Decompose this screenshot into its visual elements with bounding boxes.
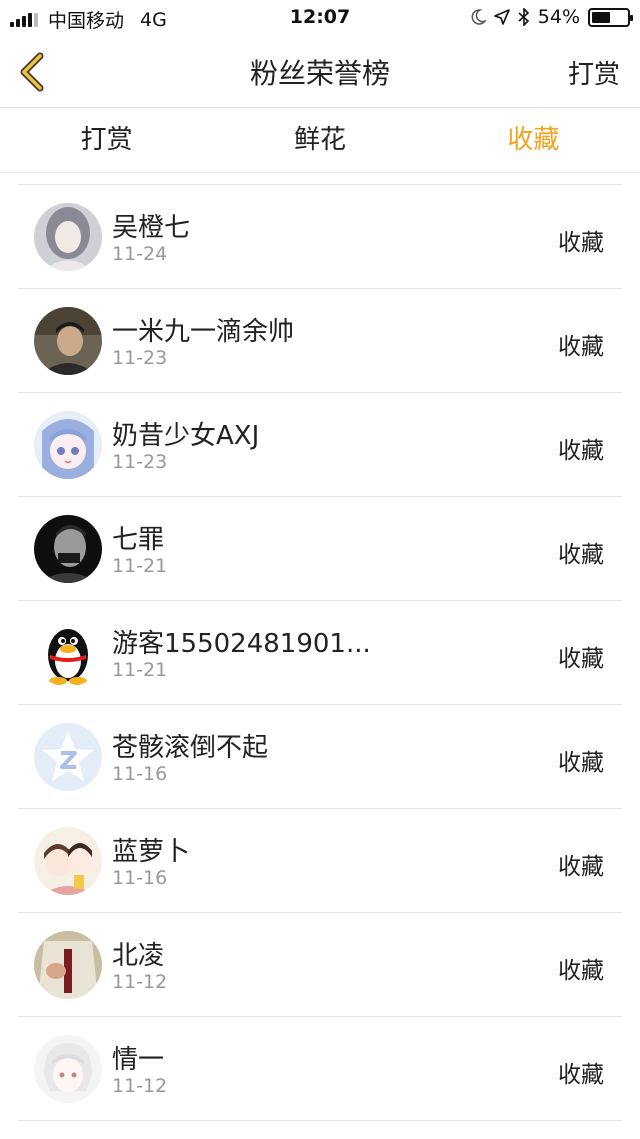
list-item[interactable]: 游客15502481901... 11-21 收藏 <box>18 601 622 705</box>
avatar <box>34 723 102 791</box>
fan-date: 11-16 <box>112 867 168 889</box>
tab-flowers[interactable]: 鲜花 <box>213 109 426 172</box>
avatar <box>34 203 102 271</box>
fan-action-label: 收藏 <box>558 542 604 568</box>
status-right: 54% <box>470 6 633 28</box>
fan-list: 吴橙七 11-24 收藏 一米九一滴余帅 11-23 收藏 奶昔少女AXJ 11… <box>18 184 622 1121</box>
battery-icon <box>588 7 633 27</box>
fan-name: 奶昔少女AXJ <box>112 421 260 451</box>
list-item[interactable]: 情一 11-12 收藏 <box>18 1017 622 1121</box>
fan-action-label: 收藏 <box>558 854 604 880</box>
fan-date: 11-16 <box>112 763 168 785</box>
fan-action-label: 收藏 <box>558 334 604 360</box>
location-arrow-icon <box>493 9 510 25</box>
fan-date: 11-21 <box>112 555 168 577</box>
tab-bar: 打赏 鲜花 收藏 <box>0 109 640 173</box>
fan-name: 蓝萝卜 <box>112 837 191 867</box>
avatar <box>34 411 102 479</box>
fan-name: 一米九一滴余帅 <box>112 317 295 347</box>
list-item[interactable]: 蓝萝卜 11-16 收藏 <box>18 809 622 913</box>
reward-button[interactable]: 打赏 <box>568 54 620 91</box>
avatar <box>34 619 102 687</box>
avatar <box>34 307 102 375</box>
fan-date: 11-23 <box>112 451 168 473</box>
fan-name: 七罪 <box>112 525 165 555</box>
list-item[interactable]: 苍骸滚倒不起 11-16 收藏 <box>18 705 622 809</box>
avatar <box>34 931 102 999</box>
list-item[interactable]: 北凌 11-12 收藏 <box>18 913 622 1017</box>
tab-favorites[interactable]: 收藏 <box>427 109 640 172</box>
fan-date: 11-23 <box>112 347 168 369</box>
fan-name: 情一 <box>112 1045 165 1075</box>
status-bar: 中国移动 4G 12:07 54% <box>0 0 640 36</box>
moon-icon <box>471 9 486 25</box>
avatar <box>34 515 102 583</box>
fan-action-label: 收藏 <box>558 958 604 984</box>
battery-fill <box>592 11 611 23</box>
page-title: 粉丝荣誉榜 <box>249 57 390 90</box>
list-item[interactable]: 一米九一滴余帅 11-23 收藏 <box>18 289 622 393</box>
fan-action-label: 收藏 <box>558 438 604 464</box>
star-z-icon <box>34 723 102 791</box>
avatar <box>34 1035 102 1103</box>
tab-reward[interactable]: 打赏 <box>0 109 213 172</box>
list-item[interactable]: 吴橙七 11-24 收藏 <box>18 185 622 289</box>
fan-action-label: 收藏 <box>558 1062 604 1088</box>
fan-name: 游客15502481901... <box>112 629 371 659</box>
fan-action-label: 收藏 <box>558 750 604 776</box>
fan-date: 11-21 <box>112 659 168 681</box>
list-item[interactable]: 七罪 11-21 收藏 <box>18 497 622 601</box>
nav-bar: 粉丝荣誉榜 打赏 <box>0 36 640 108</box>
fan-date: 11-24 <box>112 243 168 265</box>
penguin-icon <box>34 619 102 687</box>
bluetooth-icon <box>518 8 529 26</box>
fan-name: 北凌 <box>112 941 165 971</box>
fan-date: 11-12 <box>112 971 168 993</box>
fan-name: 吴橙七 <box>112 213 191 243</box>
avatar <box>34 827 102 895</box>
fan-date: 11-12 <box>112 1075 168 1097</box>
fan-action-label: 收藏 <box>558 230 604 256</box>
fan-name: 苍骸滚倒不起 <box>112 733 269 763</box>
fan-action-label: 收藏 <box>558 646 604 672</box>
battery-percent: 54% <box>537 6 580 28</box>
list-item[interactable]: 奶昔少女AXJ 11-23 收藏 <box>18 393 622 497</box>
